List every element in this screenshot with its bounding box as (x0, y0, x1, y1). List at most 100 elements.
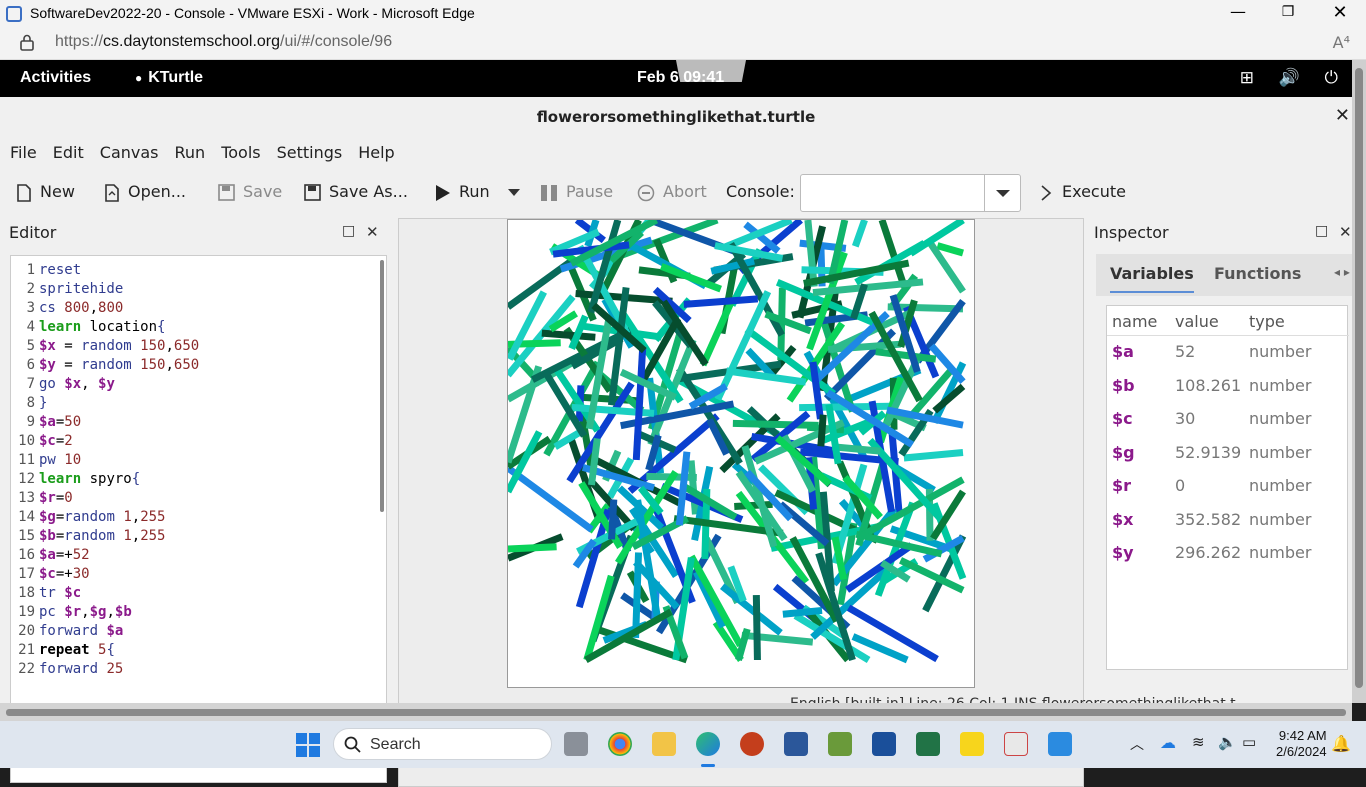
url-text[interactable]: https://cs.daytonstemschool.org/ui/#/con… (55, 33, 392, 51)
gnome-clock[interactable]: Feb 6 09:41 (637, 69, 724, 87)
code-line[interactable]: $g=random 1,255 (39, 509, 165, 525)
app-menu-kturtle[interactable]: ● KTurtle (135, 69, 203, 87)
vmware-icon (6, 6, 22, 22)
minimize-button[interactable]: — (1218, 2, 1258, 21)
menu-help[interactable]: Help (358, 138, 394, 168)
code-line[interactable]: } (39, 395, 47, 411)
inspector-close-button[interactable]: ✕ (1339, 223, 1352, 241)
menu-run[interactable]: Run (175, 138, 206, 168)
taskbar-search[interactable]: Search (333, 728, 552, 760)
menu-tools[interactable]: Tools (221, 138, 260, 168)
vertical-scrollbar[interactable] (1352, 60, 1366, 703)
notification-bell-icon[interactable]: 🔔 (1331, 734, 1351, 753)
code-line[interactable]: $r=0 (39, 490, 73, 506)
volume-icon[interactable]: 🔈 (1218, 733, 1237, 751)
variable-name: $y (1112, 543, 1134, 562)
variable-row[interactable]: $b 108.261 number (1107, 370, 1349, 404)
notepad-icon[interactable] (828, 732, 852, 756)
snipping-tool-icon[interactable] (1004, 732, 1028, 756)
excel-icon[interactable] (916, 732, 940, 756)
code-line[interactable]: $c=2 (39, 433, 73, 449)
horizontal-scrollbar[interactable] (0, 703, 1352, 721)
code-line[interactable]: $a=50 (39, 414, 81, 430)
code-line[interactable]: learn location{ (39, 319, 165, 335)
editor-scrollbar[interactable] (380, 260, 384, 512)
column-value[interactable]: value (1175, 312, 1219, 331)
menu-edit[interactable]: Edit (53, 138, 84, 168)
wifi-icon[interactable]: ≋ (1192, 733, 1205, 751)
line-number: 21 (18, 642, 35, 658)
inspector-float-button[interactable]: □ (1315, 223, 1328, 239)
inspector-tabs: Variables Functions ◂ ▸ (1096, 254, 1352, 296)
battery-icon[interactable]: ▭ (1242, 733, 1256, 751)
code-line[interactable]: forward 25 (39, 661, 123, 677)
run-button[interactable]: Run (435, 172, 490, 212)
photos-icon[interactable] (1048, 732, 1072, 756)
abort-button[interactable]: Abort (637, 172, 707, 212)
menu-settings[interactable]: Settings (277, 138, 343, 168)
activities-button[interactable]: Activities (20, 69, 91, 87)
task-view-icon[interactable] (564, 732, 588, 756)
column-name[interactable]: name (1112, 312, 1157, 331)
code-line[interactable]: $c=+30 (39, 566, 90, 582)
code-line[interactable]: tr $c (39, 585, 81, 601)
kturtle-close-button[interactable]: ✕ (1335, 105, 1350, 126)
console-dropdown-button[interactable] (984, 175, 1020, 211)
file-explorer-icon[interactable] (652, 732, 676, 756)
run-speed-dropdown[interactable] (507, 172, 521, 212)
horizontal-scrollbar-thumb[interactable] (6, 709, 1346, 716)
menu-canvas[interactable]: Canvas (100, 138, 159, 168)
code-line[interactable]: reset (39, 262, 81, 278)
pause-button[interactable]: Pause (540, 172, 613, 212)
save-as-button[interactable]: Save As... (304, 172, 408, 212)
code-line[interactable]: $x = random 150,650 (39, 338, 199, 354)
editor-float-button[interactable]: □ (342, 223, 355, 239)
variable-row[interactable]: $a 52 number (1107, 336, 1349, 370)
app-icon[interactable] (872, 732, 896, 756)
word-icon[interactable] (784, 732, 808, 756)
column-type[interactable]: type (1249, 312, 1285, 331)
chrome-icon[interactable] (608, 732, 632, 756)
variable-row[interactable]: $y 296.262 number (1107, 537, 1349, 571)
code-line[interactable]: go $x, $y (39, 376, 115, 392)
code-line[interactable]: $b=random 1,255 (39, 528, 165, 544)
scrollbar-thumb[interactable] (1355, 68, 1363, 688)
tab-scroll-arrows[interactable]: ◂ ▸ (1334, 265, 1350, 279)
execute-button[interactable]: Execute (1040, 172, 1126, 212)
restore-button[interactable]: ❐ (1268, 4, 1308, 20)
chevron-up-icon[interactable]: ︿ (1130, 734, 1144, 754)
code-line[interactable]: pc $r,$g,$b (39, 604, 132, 620)
address-bar[interactable]: https://cs.daytonstemschool.org/ui/#/con… (0, 27, 1366, 60)
open-button[interactable]: Open... (104, 172, 186, 212)
menu-file[interactable]: File (10, 138, 37, 168)
onedrive-icon[interactable]: ☁ (1160, 733, 1176, 752)
sticky-notes-icon[interactable] (960, 732, 984, 756)
code-line[interactable]: learn spyro{ (39, 471, 140, 487)
edge-icon[interactable] (696, 732, 720, 767)
variable-row[interactable]: $c 30 number (1107, 403, 1349, 437)
save-button[interactable]: Save (218, 172, 282, 212)
taskbar-clock[interactable]: 9:42 AM 2/6/2024 (1276, 728, 1327, 760)
turtle-canvas[interactable] (507, 219, 975, 688)
code-line[interactable]: forward $a (39, 623, 123, 639)
turtle-stroke (683, 295, 759, 308)
tab-variables[interactable]: Variables (1110, 264, 1194, 293)
code-line[interactable]: $a=+52 (39, 547, 90, 563)
powerpoint-icon[interactable] (740, 732, 764, 756)
system-tray[interactable]: ⊞ 🔊 ⏻ (1240, 68, 1348, 88)
console-input[interactable] (800, 174, 1021, 212)
code-line[interactable]: pw 10 (39, 452, 81, 468)
read-aloud-icon[interactable]: A⁴ (1333, 33, 1350, 52)
new-button[interactable]: New (16, 172, 75, 212)
code-line[interactable]: repeat 5{ (39, 642, 115, 658)
tab-functions[interactable]: Functions (1214, 264, 1301, 283)
code-line[interactable]: $y = random 150,650 (39, 357, 199, 373)
code-line[interactable]: cs 800,800 (39, 300, 123, 316)
variable-row[interactable]: $x 352.582 number (1107, 504, 1349, 538)
start-button[interactable] (296, 733, 320, 757)
variable-row[interactable]: $r 0 number (1107, 470, 1349, 504)
close-button[interactable]: ✕ (1320, 2, 1360, 23)
code-line[interactable]: spritehide (39, 281, 123, 297)
editor-close-button[interactable]: ✕ (366, 223, 379, 241)
variable-row[interactable]: $g 52.9139 number (1107, 437, 1349, 471)
